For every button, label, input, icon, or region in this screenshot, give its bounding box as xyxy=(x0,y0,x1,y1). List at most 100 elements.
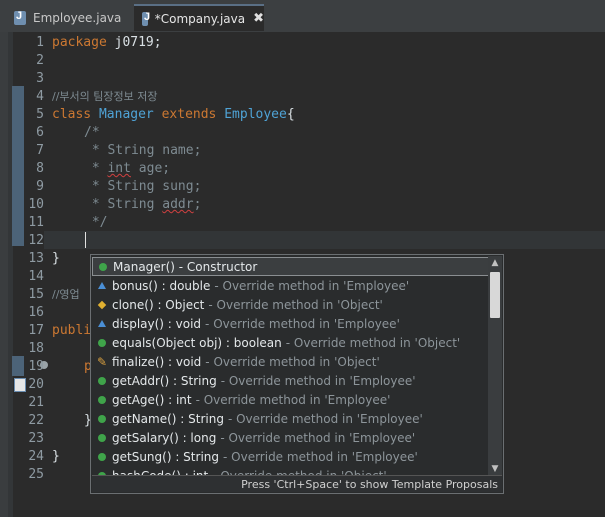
proposal-item[interactable]: getSalary() : long - Override method in '… xyxy=(92,428,489,447)
code-line-5[interactable]: class Manager extends Employee{ xyxy=(52,106,295,124)
content-assist-popup[interactable]: Manager() - Constructor bonus() : double -… xyxy=(90,254,504,494)
proposal-description: - Override method in 'Employee' xyxy=(195,392,391,407)
code-line-9[interactable]: * String sung; xyxy=(84,178,202,196)
code-line-8[interactable]: * int age; xyxy=(84,160,170,178)
code-line-7[interactable]: * String name; xyxy=(84,142,202,160)
java-file-icon xyxy=(14,10,26,25)
line-number: 2 xyxy=(36,53,44,68)
comment: * xyxy=(84,161,108,176)
code-line-6[interactable]: /* xyxy=(84,124,100,142)
default-method-icon xyxy=(92,300,112,309)
editor-tab-bar: Employee.java *Company.java ✖ xyxy=(0,0,605,33)
public-method-icon xyxy=(92,433,112,442)
comment: * String xyxy=(84,197,163,212)
proposal-signature: Manager() - Constructor xyxy=(113,259,258,274)
java-file-icon xyxy=(142,11,150,26)
keyword: extends xyxy=(161,107,217,122)
line-number: 25 xyxy=(28,467,44,482)
tab-label: Employee.java xyxy=(33,10,122,25)
proposal-description: - Override method in 'Object' xyxy=(285,335,461,350)
line-number: 16 xyxy=(28,305,44,320)
line-number: 24 xyxy=(28,449,44,464)
line-number: 21 xyxy=(28,395,44,410)
keyword: package xyxy=(52,35,107,50)
code-line-24[interactable]: } xyxy=(52,448,60,466)
line-number: 10 xyxy=(28,197,44,212)
line-number: 12 xyxy=(28,233,44,248)
code-line-17[interactable]: publi xyxy=(52,322,91,340)
proposal-signature: getSalary() : long xyxy=(112,430,217,445)
proposal-description: - Override method in 'Employee' xyxy=(220,373,416,388)
comment: age; xyxy=(130,161,171,176)
keyword: class xyxy=(52,107,92,122)
code-line-4[interactable]: //부서의 팀장정보 저장 xyxy=(52,88,158,106)
line-number: 17 xyxy=(28,323,44,338)
tab-company-java[interactable]: *Company.java ✖ xyxy=(134,4,264,31)
protected-method-icon xyxy=(92,282,112,289)
code-line-13[interactable]: } xyxy=(52,250,60,268)
proposal-signature: getName() : String xyxy=(112,411,224,426)
scrollbar[interactable]: ▲ ▼ xyxy=(488,256,502,476)
proposal-item[interactable]: getAge() : int - Override method in 'Empl… xyxy=(92,390,489,409)
line-number: 11 xyxy=(28,215,44,230)
proposal-signature: getAge() : int xyxy=(112,392,192,407)
current-line-highlight xyxy=(44,231,605,249)
proposal-description: - Override method in 'Employee' xyxy=(223,449,418,464)
proposal-signature: getAddr() : String xyxy=(112,373,217,388)
brush-icon: ✎ xyxy=(96,354,108,369)
line-number: 23 xyxy=(28,431,44,446)
line-number: 22 xyxy=(28,413,44,428)
scrollbar-thumb[interactable] xyxy=(490,272,500,318)
line-number-gutter: 1 2 3 4 5 6 7 8 9 10 11 12 13 14 15 16 17 18 19 20 21 22 23 24 2… xyxy=(14,32,44,517)
code-line-11[interactable]: */ xyxy=(84,214,108,232)
comment: ; xyxy=(193,197,202,212)
code-text: j0719; xyxy=(106,35,162,50)
left-panel-edge xyxy=(0,32,8,517)
line-number: 13 xyxy=(28,251,44,266)
proposal-item[interactable]: equals(Object obj) : boolean - Override m… xyxy=(92,333,489,352)
proposal-description: - Override method in 'Object' xyxy=(208,297,383,312)
proposal-item[interactable]: getSung() : String - Override method in '… xyxy=(92,447,489,466)
proposal-item[interactable]: clone() : Object - Override method in 'Ob… xyxy=(92,295,489,314)
line-number: 6 xyxy=(36,125,44,140)
proposal-signature: equals(Object obj) : boolean xyxy=(112,335,282,350)
code-line-10[interactable]: * String addr; xyxy=(84,196,202,214)
code-line-15[interactable]: //영업 xyxy=(52,286,80,304)
code-text: { xyxy=(286,107,295,122)
constructor-icon xyxy=(93,262,113,271)
scroll-up-icon[interactable]: ▲ xyxy=(488,256,502,270)
popup-status-text: Press 'Ctrl+Space' to show Template Prop… xyxy=(92,475,502,492)
scroll-down-icon[interactable]: ▼ xyxy=(488,462,502,476)
proposal-item[interactable]: display() : void - Override method in 'Em… xyxy=(92,314,489,333)
public-method-icon xyxy=(92,376,112,385)
comment: //영업 xyxy=(52,288,80,301)
tab-label: *Company.java xyxy=(154,11,246,26)
line-number: 8 xyxy=(36,161,44,176)
close-icon[interactable]: ✖ xyxy=(253,11,264,26)
proposal-description: - Override method in 'Object' xyxy=(205,354,380,369)
proposal-signature: getSung() : String xyxy=(112,449,219,464)
proposal-description: - Override method in 'Employee' xyxy=(227,411,423,426)
line-number: 3 xyxy=(36,71,44,86)
line-number: 18 xyxy=(28,341,44,356)
proposal-item[interactable]: Manager() - Constructor xyxy=(92,257,489,276)
proposal-item[interactable]: bonus() : double - Override method in 'Em… xyxy=(92,276,489,295)
comment: //부서의 팀장정보 저장 xyxy=(52,90,158,103)
proposal-item[interactable]: getName() : String - Override method in '… xyxy=(92,409,489,428)
tab-employee-java[interactable]: Employee.java xyxy=(14,4,121,31)
code-line-1[interactable]: package j0719; xyxy=(52,34,162,52)
line-number: 5 xyxy=(36,107,44,122)
line-number: 7 xyxy=(36,143,44,158)
proposal-list[interactable]: Manager() - Constructor bonus() : double -… xyxy=(92,256,489,476)
proposal-description: - Override method in 'Employee' xyxy=(214,278,410,293)
proposal-item[interactable]: getAddr() : String - Override method in '… xyxy=(92,371,489,390)
proposal-signature: clone() : Object xyxy=(112,297,205,312)
public-method-icon xyxy=(92,414,112,423)
line-number: 20 xyxy=(28,377,44,392)
public-method-icon xyxy=(92,338,112,347)
line-number: 14 xyxy=(28,269,44,284)
proposal-item[interactable]: ✎ finalize() : void - Override method in '… xyxy=(92,352,489,371)
proposal-description: - Override method in 'Employee' xyxy=(205,316,400,331)
proposal-signature: finalize() : void xyxy=(112,354,202,369)
proposal-signature: display() : void xyxy=(112,316,202,331)
